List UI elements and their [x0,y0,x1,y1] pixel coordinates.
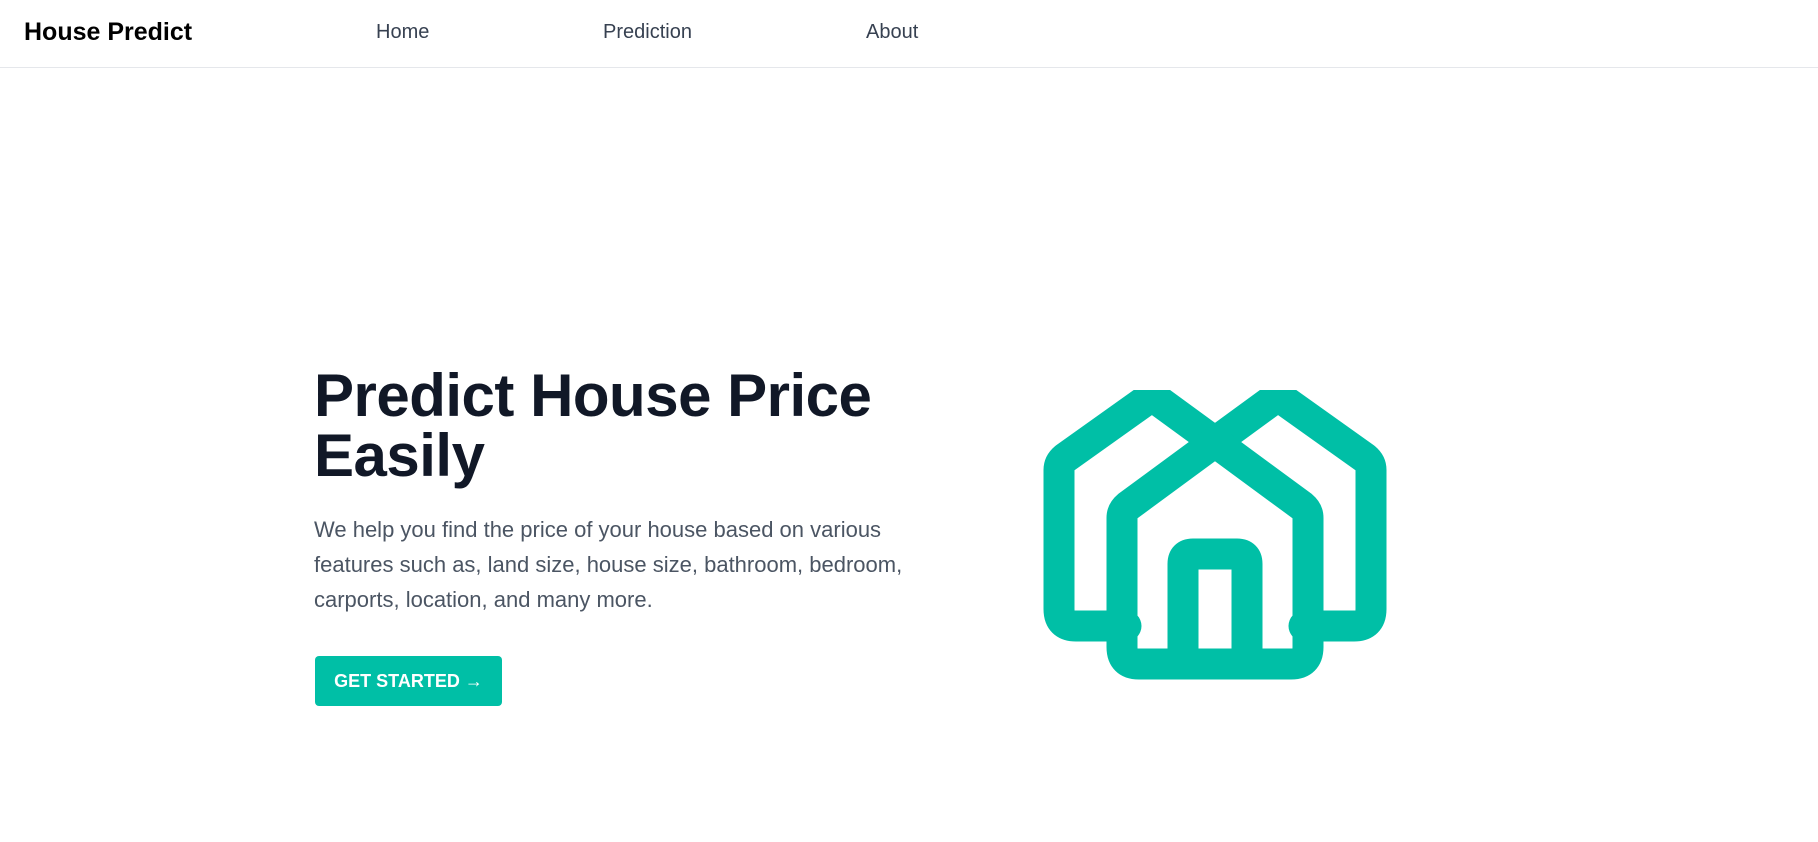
navbar: House Predict Home Prediction About [0,0,1818,68]
nav-link-home[interactable]: Home [376,20,429,44]
hero-title: Predict House Price Easily [314,362,872,489]
hero-description: We help you find the price of your house… [314,517,903,612]
get-started-button[interactable]: GET STARTED → [315,656,502,706]
nav-link-about[interactable]: About [866,20,918,44]
houses-icon [1043,390,1387,680]
brand-logo[interactable]: House Predict [24,17,192,47]
nav-link-prediction[interactable]: Prediction [603,20,692,44]
